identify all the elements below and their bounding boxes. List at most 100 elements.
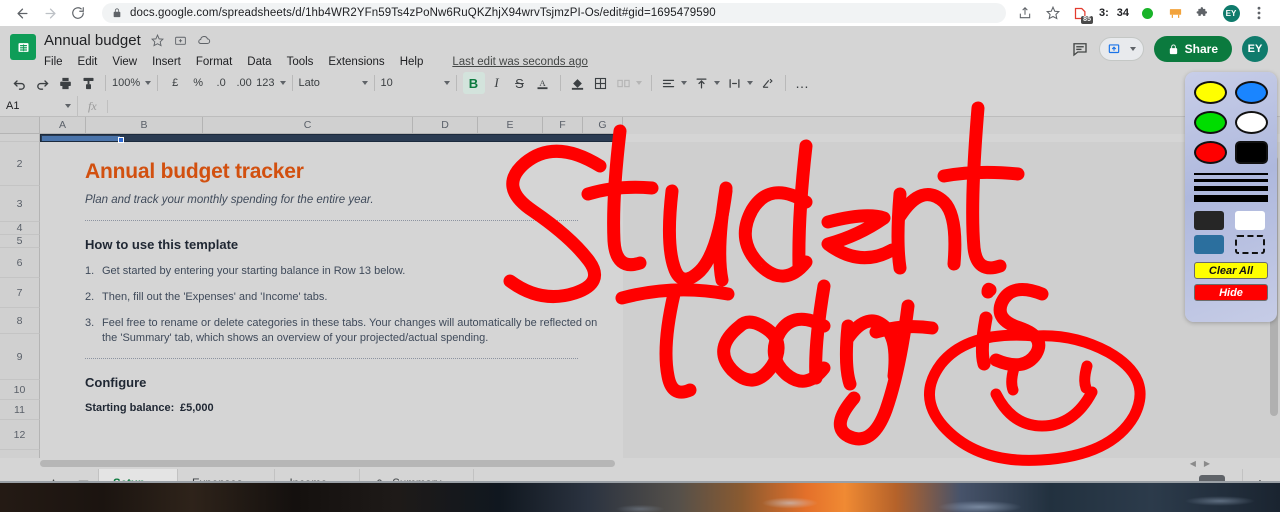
line-width-5[interactable] xyxy=(1194,186,1268,191)
name-box[interactable]: A1 xyxy=(0,95,78,117)
text-color-button[interactable]: A xyxy=(532,72,554,94)
forward-arrow-icon[interactable] xyxy=(36,0,64,26)
avatar[interactable]: EY xyxy=(1242,36,1268,62)
fill-color-button[interactable] xyxy=(567,72,589,94)
page-title[interactable]: Annual budget xyxy=(44,32,141,49)
zoom-select[interactable]: 100% xyxy=(112,72,152,94)
extension-label-b[interactable]: 34 xyxy=(1114,7,1132,19)
text-rotation-button[interactable] xyxy=(757,72,779,94)
percent-format-button[interactable]: % xyxy=(187,72,209,94)
horizontal-scrollbar[interactable] xyxy=(40,460,615,467)
clear-all-button[interactable]: Clear All xyxy=(1194,262,1268,279)
row-header-3[interactable]: 3 xyxy=(0,186,40,222)
text-wrap-button[interactable] xyxy=(724,72,756,94)
background-swatch-transparent[interactable] xyxy=(1235,235,1265,254)
more-options-button[interactable]: … xyxy=(792,72,814,94)
background-swatch-dark[interactable] xyxy=(1194,211,1224,230)
star-icon[interactable] xyxy=(1040,1,1066,25)
extension-label-a[interactable]: 3: xyxy=(1096,7,1112,19)
row-header-2[interactable]: 2 xyxy=(0,142,40,186)
extensions-puzzle-icon[interactable] xyxy=(1190,1,1216,25)
last-edit-status[interactable]: Last edit was seconds ago xyxy=(452,56,588,68)
cells-area[interactable]: Annual budget tracker Plan and track you… xyxy=(40,134,1280,458)
menu-extensions[interactable]: Extensions xyxy=(328,56,384,68)
menu-file[interactable]: File xyxy=(44,56,63,68)
column-header-b[interactable]: B xyxy=(86,117,203,134)
background-swatch-white[interactable] xyxy=(1235,211,1265,230)
row-header-13[interactable]: 13 xyxy=(0,450,40,458)
horizontal-align-button[interactable] xyxy=(658,72,690,94)
column-header-c[interactable]: C xyxy=(203,117,413,134)
empty-grid-area[interactable] xyxy=(623,142,1280,458)
column-header-f[interactable]: F xyxy=(543,117,583,134)
column-header-g[interactable]: G xyxy=(583,117,623,134)
menu-tools[interactable]: Tools xyxy=(287,56,314,68)
comment-icon[interactable] xyxy=(1071,40,1089,58)
borders-button[interactable] xyxy=(590,72,612,94)
star-icon[interactable] xyxy=(150,33,164,47)
row-header-11[interactable]: 11 xyxy=(0,400,40,420)
strikethrough-button[interactable]: S xyxy=(509,72,531,94)
row-header-7[interactable]: 7 xyxy=(0,278,40,308)
row-header-10[interactable]: 10 xyxy=(0,380,40,400)
bold-button[interactable]: B xyxy=(462,72,485,94)
scroll-right-icon[interactable]: ▶ xyxy=(1204,459,1210,468)
row-header-1[interactable] xyxy=(0,134,40,142)
hide-button[interactable]: Hide xyxy=(1194,284,1268,301)
print-icon[interactable] xyxy=(54,72,76,94)
column-header-d[interactable]: D xyxy=(413,117,478,134)
starting-balance-value[interactable]: £5,000 xyxy=(180,402,214,414)
extension-icon-red[interactable]: 85 xyxy=(1068,1,1094,25)
undo-icon[interactable] xyxy=(8,72,30,94)
italic-button[interactable]: I xyxy=(486,72,508,94)
decrease-decimal-button[interactable]: .0 xyxy=(210,72,232,94)
recording-status-icon[interactable] xyxy=(1134,1,1160,25)
present-button[interactable] xyxy=(1098,37,1144,61)
menu-help[interactable]: Help xyxy=(400,56,424,68)
color-swatch-yellow[interactable] xyxy=(1194,81,1227,104)
reload-icon[interactable] xyxy=(64,0,92,26)
color-swatch-black[interactable] xyxy=(1235,141,1268,164)
kebab-menu-icon[interactable] xyxy=(1246,1,1272,25)
font-size-select[interactable]: 10 xyxy=(381,72,450,94)
move-to-folder-icon[interactable] xyxy=(174,34,187,47)
redo-icon[interactable] xyxy=(31,72,53,94)
scroll-left-icon[interactable]: ◀ xyxy=(1190,459,1196,468)
address-bar[interactable]: docs.google.com/spreadsheets/d/1hb4WR2YF… xyxy=(102,3,1006,23)
row-header-6[interactable]: 6 xyxy=(0,248,40,278)
currency-format-button[interactable]: £ xyxy=(164,72,186,94)
chevron-down-icon[interactable] xyxy=(1129,47,1136,51)
menu-insert[interactable]: Insert xyxy=(152,56,181,68)
avatar[interactable]: EY xyxy=(1218,1,1244,25)
menu-data[interactable]: Data xyxy=(247,56,271,68)
select-all-corner[interactable] xyxy=(0,117,40,134)
row-header-8[interactable]: 8 xyxy=(0,308,40,334)
background-swatch-blue[interactable] xyxy=(1194,235,1224,254)
row-header-4[interactable]: 4 xyxy=(0,222,40,235)
column-header-e[interactable]: E xyxy=(478,117,543,134)
color-swatch-blue[interactable] xyxy=(1235,81,1268,104)
row-header-5[interactable]: 5 xyxy=(0,235,40,248)
increase-decimal-button[interactable]: .00 xyxy=(233,72,255,94)
share-icon[interactable] xyxy=(1012,1,1038,25)
color-swatch-white[interactable] xyxy=(1235,111,1268,134)
column-header-a[interactable]: A xyxy=(40,117,86,134)
font-family-select[interactable]: Lato xyxy=(299,72,368,94)
line-width-7[interactable] xyxy=(1194,195,1268,202)
menu-edit[interactable]: Edit xyxy=(78,56,98,68)
line-width-3[interactable] xyxy=(1194,179,1268,182)
merge-cells-button[interactable] xyxy=(613,72,645,94)
cloud-saved-icon[interactable] xyxy=(197,33,211,47)
vertical-align-button[interactable] xyxy=(691,72,723,94)
extension-icon-orange[interactable] xyxy=(1162,1,1188,25)
row-header-9[interactable]: 9 xyxy=(0,334,40,380)
menu-view[interactable]: View xyxy=(112,56,137,68)
number-format-select[interactable]: 123 xyxy=(256,72,286,94)
paint-format-icon[interactable] xyxy=(77,72,99,94)
chevron-down-icon[interactable] xyxy=(65,104,71,108)
color-swatch-green[interactable] xyxy=(1194,111,1227,134)
menu-format[interactable]: Format xyxy=(196,56,232,68)
line-width-2[interactable] xyxy=(1194,173,1268,175)
share-button[interactable]: Share xyxy=(1153,36,1232,62)
row-header-12[interactable]: 12 xyxy=(0,420,40,450)
